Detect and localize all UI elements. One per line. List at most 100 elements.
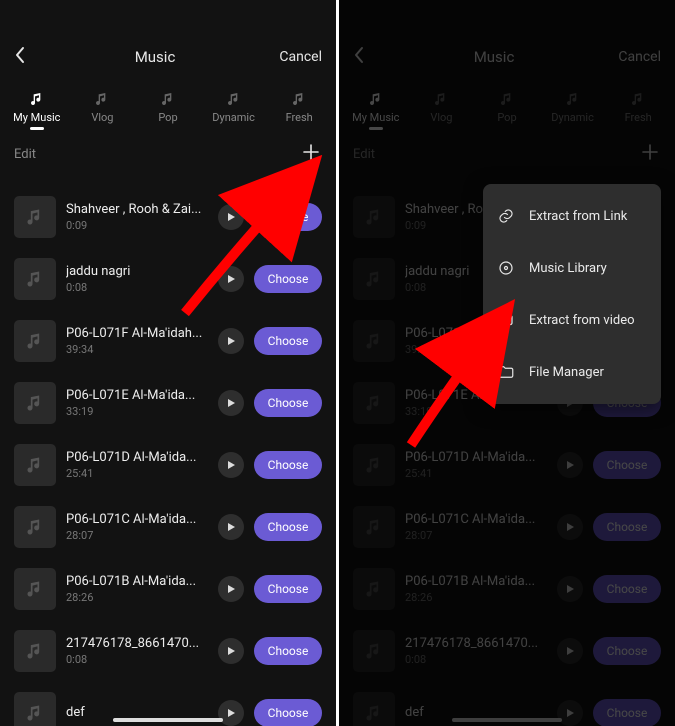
choose-button[interactable]: Choose xyxy=(254,637,322,665)
back-button[interactable] xyxy=(14,45,38,70)
statusbar xyxy=(0,0,336,40)
tab-my-music[interactable]: My Music xyxy=(344,91,408,124)
tab-label: Fresh xyxy=(286,111,313,124)
track-thumbnail xyxy=(14,692,56,726)
screen-right: Music Cancel My Music Vlog PopDynamic Fresh… xyxy=(339,0,675,726)
edit-button[interactable]: Edit xyxy=(353,147,375,162)
track-meta: P06-L071C Al-Ma'ida... 28:07 xyxy=(66,512,208,542)
choose-button[interactable]: Choose xyxy=(254,203,322,231)
play-button[interactable] xyxy=(218,266,244,292)
track-name: P06-L071F Al-Ma'idah... xyxy=(66,326,208,341)
track-meta: P06-L071D Al-Ma'ida... 25:41 xyxy=(405,450,547,480)
add-button[interactable] xyxy=(300,142,322,167)
play-button[interactable] xyxy=(218,328,244,354)
tab-label: Vlog xyxy=(430,111,452,124)
track-row: 217476178_8661470...0:08Choose xyxy=(339,620,675,682)
choose-button[interactable]: Choose xyxy=(593,451,661,479)
cancel-button[interactable]: Cancel xyxy=(272,49,322,65)
play-button[interactable] xyxy=(218,452,244,478)
track-row: P06-L071C Al-Ma'ida... 28:07 Choose xyxy=(0,496,336,558)
choose-button[interactable]: Choose xyxy=(254,699,322,726)
choose-button[interactable]: Choose xyxy=(593,575,661,603)
track-duration: 28:07 xyxy=(405,529,547,542)
track-row: P06-L071F Al-Ma'idah...39:34 Choose xyxy=(0,310,336,372)
track-thumbnail xyxy=(14,444,56,486)
choose-button[interactable]: Choose xyxy=(254,327,322,355)
tab-my-music[interactable]: My Music xyxy=(5,91,69,124)
back-button[interactable] xyxy=(353,45,377,70)
statusbar xyxy=(339,0,675,40)
tab-fresh[interactable]: Fresh xyxy=(606,91,670,124)
track-name: P06-L071C Al-Ma'ida... xyxy=(66,512,208,527)
page-title: Music xyxy=(38,48,272,66)
choose-button[interactable]: Choose xyxy=(254,575,322,603)
track-duration: 33:19 xyxy=(405,405,547,418)
track-thumbnail xyxy=(353,196,395,238)
track-thumbnail xyxy=(14,630,56,672)
category-tabs: My Music Vlog Pop Dynamic Fresh xyxy=(0,74,336,134)
tab-pop[interactable]: Pop xyxy=(475,91,539,124)
choose-button[interactable]: Choose xyxy=(254,451,322,479)
category-tabs: My Music Vlog PopDynamic Fresh xyxy=(339,74,675,134)
play-button[interactable] xyxy=(557,700,583,726)
track-thumbnail xyxy=(14,196,56,238)
play-button[interactable] xyxy=(557,638,583,664)
edit-button[interactable]: Edit xyxy=(14,147,36,162)
tab-label: My Music xyxy=(13,111,60,124)
link-icon xyxy=(497,207,515,225)
choose-button[interactable]: Choose xyxy=(593,699,661,726)
menu-item-label: Extract from video xyxy=(529,313,635,328)
play-button[interactable] xyxy=(218,390,244,416)
track-thumbnail xyxy=(353,382,395,424)
play-button[interactable] xyxy=(557,576,583,602)
track-thumbnail xyxy=(353,320,395,362)
play-button[interactable] xyxy=(218,514,244,540)
choose-button[interactable]: Choose xyxy=(254,513,322,541)
track-thumbnail xyxy=(14,568,56,610)
track-row: P06-L071B Al-Ma'ida...28:26Choose xyxy=(339,558,675,620)
play-button[interactable] xyxy=(557,514,583,540)
play-button[interactable] xyxy=(218,576,244,602)
track-thumbnail xyxy=(353,506,395,548)
disc-icon xyxy=(497,259,515,277)
tab-label: Dynamic xyxy=(212,111,255,124)
track-name: P06-L071D Al-Ma'ida... xyxy=(405,450,547,465)
cancel-button[interactable]: Cancel xyxy=(611,49,661,65)
track-duration: 0:08 xyxy=(66,653,208,666)
choose-button[interactable]: Choose xyxy=(593,637,661,665)
navbar: Music Cancel xyxy=(339,40,675,74)
track-meta: P06-L071D Al-Ma'ida...25:41 xyxy=(66,450,208,480)
track-thumbnail xyxy=(14,258,56,300)
tab-dynamic[interactable]: Dynamic xyxy=(202,91,266,124)
menu-item-extract-from-video[interactable]: Extract from video xyxy=(483,294,661,346)
menu-item-music-library[interactable]: Music Library xyxy=(483,242,661,294)
tab-pop[interactable]: Pop xyxy=(136,91,200,124)
track-duration: 33:19 xyxy=(66,405,208,418)
track-thumbnail xyxy=(353,568,395,610)
play-button[interactable] xyxy=(218,638,244,664)
tab-vlog[interactable]: Vlog xyxy=(409,91,473,124)
track-thumbnail xyxy=(353,444,395,486)
tab-label: Pop xyxy=(158,111,177,124)
track-meta: P06-L071E Al-Ma'ida... 33:19 xyxy=(66,388,208,418)
track-duration: 25:41 xyxy=(405,467,547,480)
choose-button[interactable]: Choose xyxy=(593,513,661,541)
play-button[interactable] xyxy=(218,204,244,230)
tab-dynamic[interactable]: Dynamic xyxy=(541,91,605,124)
tab-fresh[interactable]: Fresh xyxy=(267,91,331,124)
edit-row: Edit xyxy=(339,134,675,174)
track-name: P06-L071E Al-Ma'ida... xyxy=(66,388,208,403)
track-meta: P06-L071F Al-Ma'idah...39:34 xyxy=(66,326,208,356)
play-button[interactable] xyxy=(557,452,583,478)
home-indicator xyxy=(113,718,223,722)
track-thumbnail xyxy=(353,692,395,726)
choose-button[interactable]: Choose xyxy=(254,389,322,417)
menu-item-file-manager[interactable]: File Manager xyxy=(483,346,661,398)
play-button[interactable] xyxy=(218,700,244,726)
track-duration: 28:07 xyxy=(66,529,208,542)
menu-item-extract-from-link[interactable]: Extract from Link xyxy=(483,190,661,242)
tab-vlog[interactable]: Vlog xyxy=(70,91,134,124)
choose-button[interactable]: Choose xyxy=(254,265,322,293)
tab-label: Fresh xyxy=(625,111,652,124)
add-button[interactable] xyxy=(639,142,661,167)
